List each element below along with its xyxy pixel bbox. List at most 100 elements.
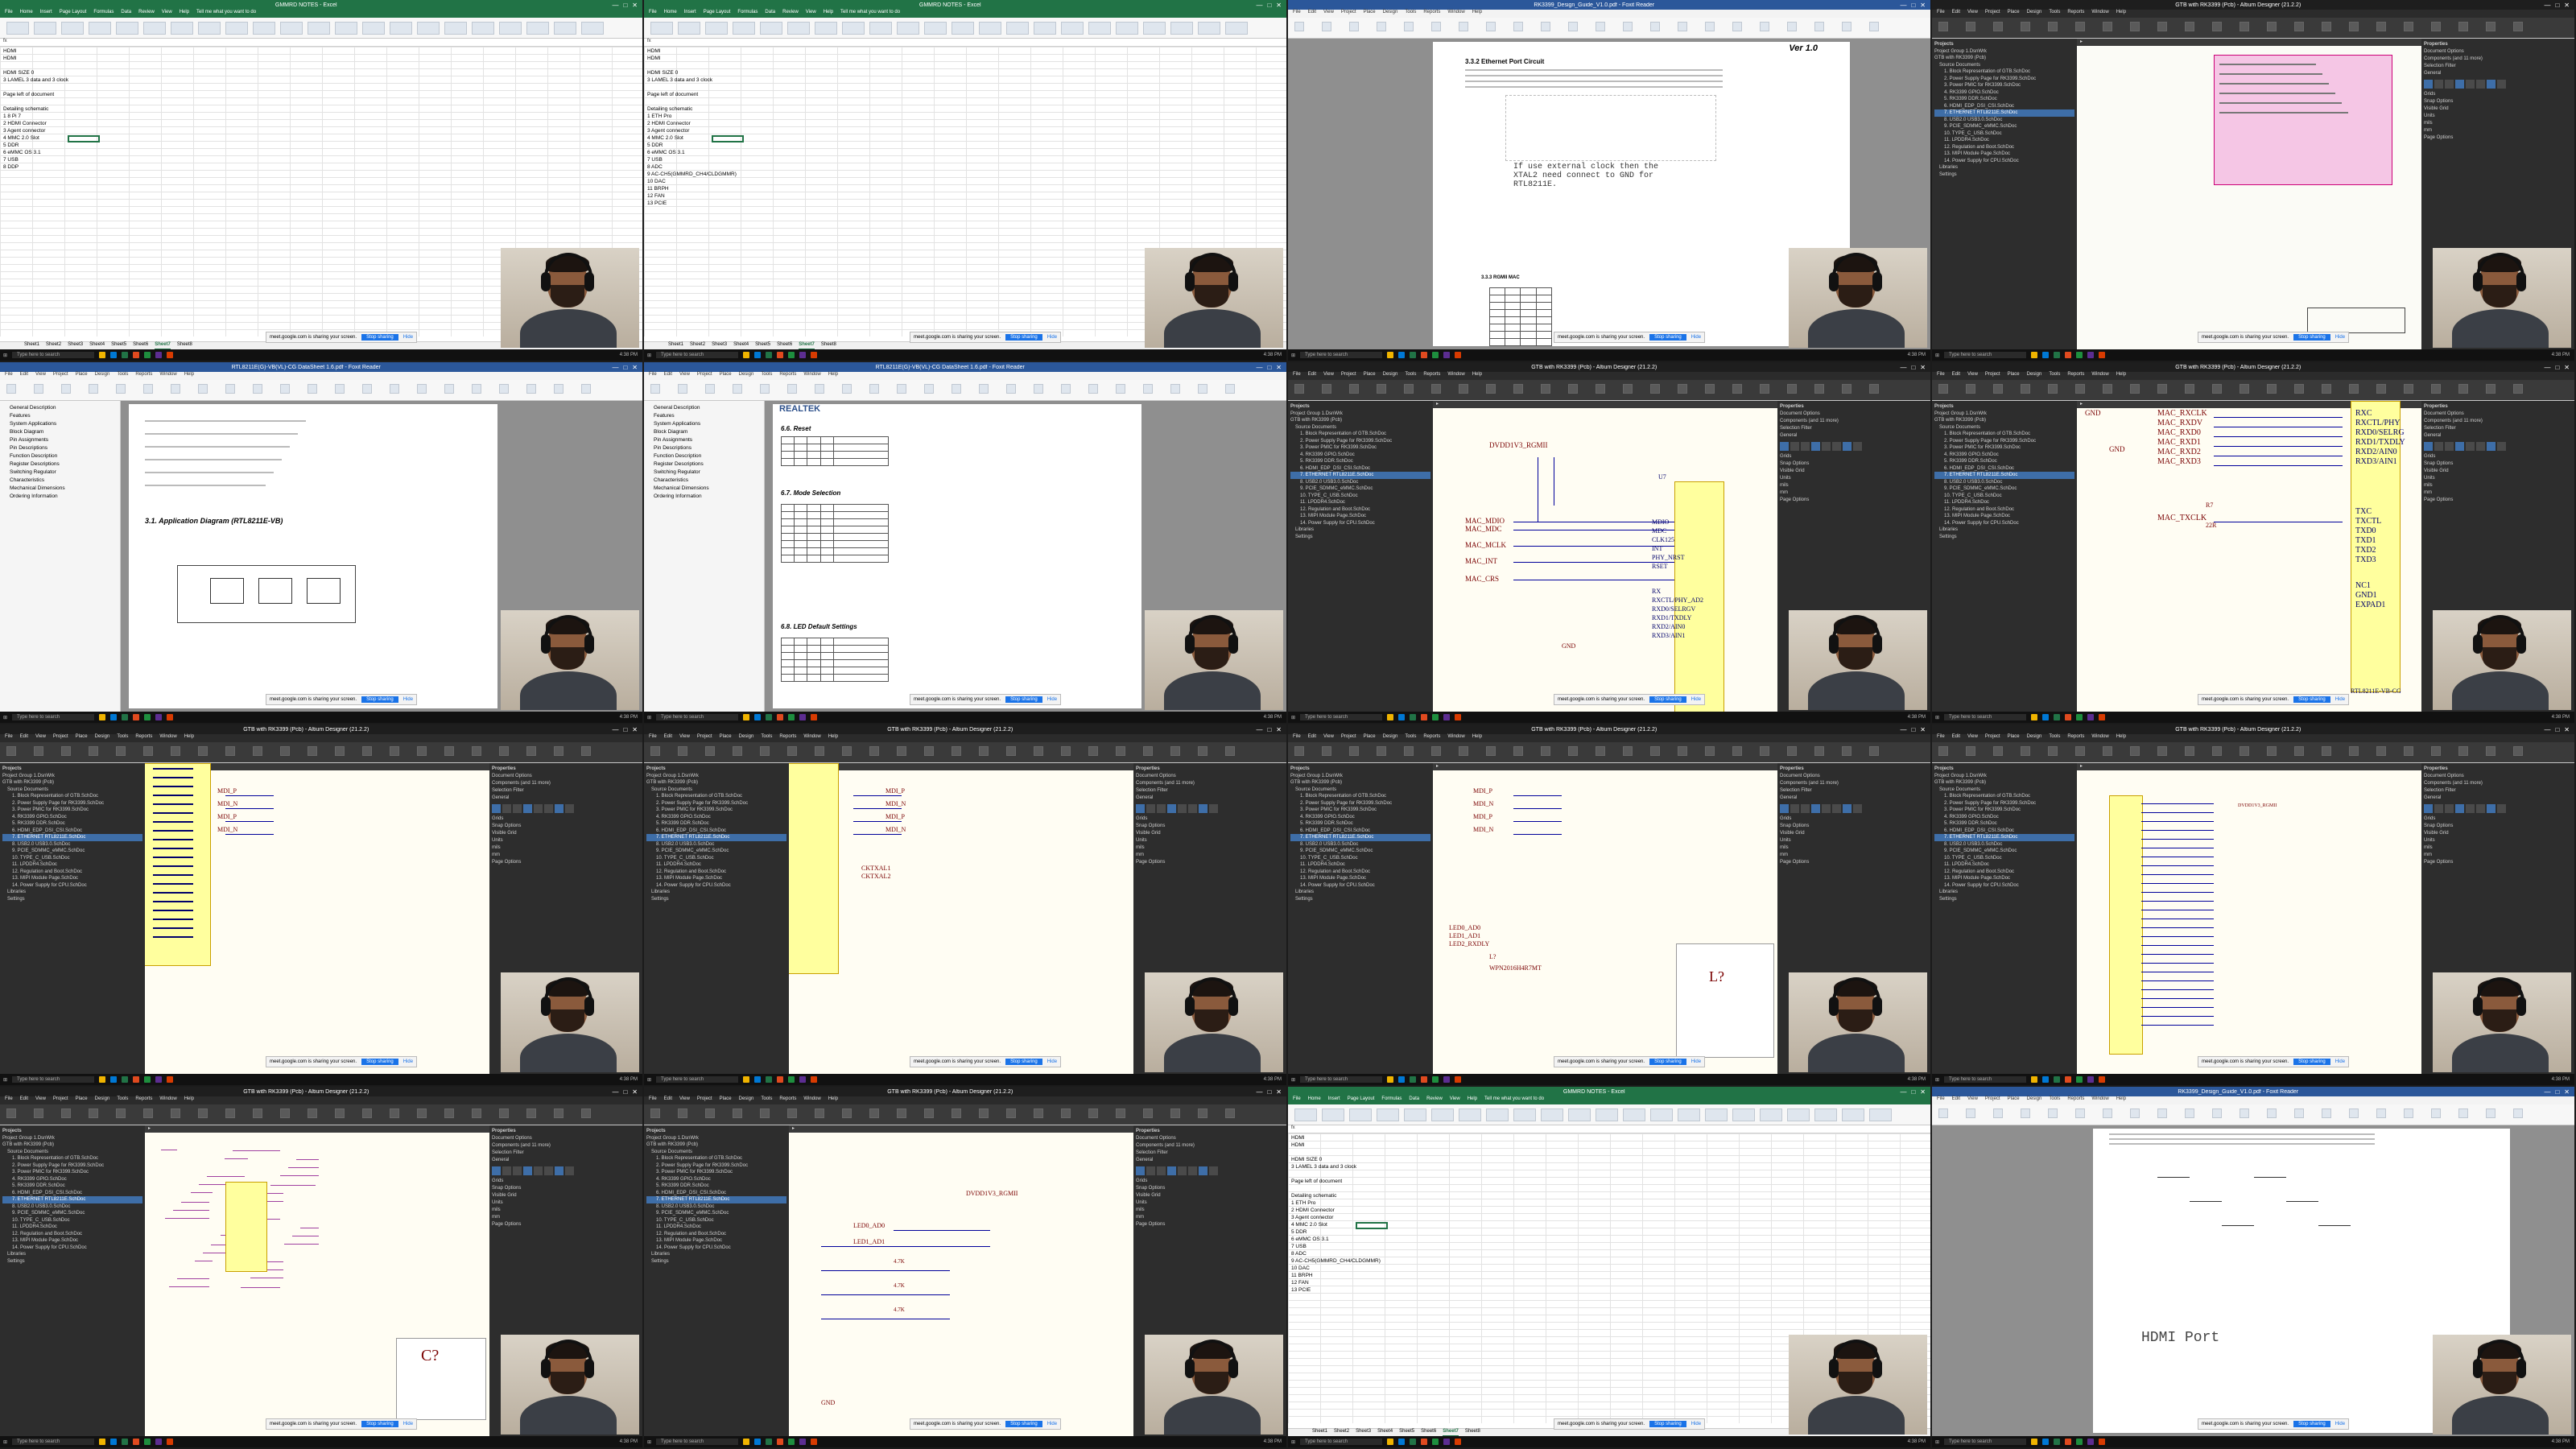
project-tree-item[interactable]: 2. Power Supply Page for RK3399.SchDoc (1290, 438, 1430, 445)
filter-button[interactable] (502, 804, 512, 813)
close-icon[interactable]: ✕ (1920, 364, 1926, 371)
taskbar-app-icon[interactable] (1387, 352, 1394, 358)
bookmark-item[interactable]: Features (3, 412, 117, 420)
toolbar-button-icon[interactable] (1431, 384, 1441, 394)
taskbar-app-icon[interactable] (1455, 1076, 1462, 1083)
taskbar-app-icon[interactable] (110, 352, 118, 358)
menu-item[interactable]: Reports (2067, 734, 2084, 742)
toolbar-button-icon[interactable] (116, 746, 126, 756)
toolbar-button-icon[interactable] (444, 746, 454, 756)
toolbar-button-icon[interactable] (1431, 1108, 1454, 1121)
minimize-icon[interactable]: — (1256, 2, 1262, 9)
menu-item[interactable]: Edit (20, 372, 28, 380)
bookmark-item[interactable]: Block Diagram (3, 428, 117, 436)
filter-button[interactable] (1801, 804, 1810, 813)
project-tree-item[interactable]: 7. ETHERNET RTL8211E.SchDoc (2, 834, 142, 841)
cell-text[interactable]: Page left of document (3, 92, 54, 97)
toolbar-button-icon[interactable] (733, 22, 755, 35)
toolbar-button-icon[interactable] (2267, 1108, 2277, 1118)
stop-sharing-button[interactable]: Stop sharing (1005, 1421, 1042, 1427)
maximize-icon[interactable]: □ (1267, 364, 1271, 371)
toolbar-button-icon[interactable] (526, 384, 536, 394)
toolbar-button-icon[interactable] (1034, 746, 1043, 756)
project-tree-item[interactable]: 5. RK3399 DDR.SchDoc (1934, 458, 2074, 465)
start-icon[interactable]: ⊞ (3, 1439, 7, 1445)
taskbar-app-icon[interactable] (1443, 1439, 1451, 1445)
project-tree-item[interactable]: 13. MIPI Module Page.SchDoc (1290, 875, 1430, 882)
taskbar-app-icon[interactable] (1455, 352, 1462, 358)
toolbar-button-icon[interactable] (650, 746, 660, 756)
menu-item[interactable]: Help (1472, 734, 1482, 742)
toolbar-button-icon[interactable] (2021, 746, 2030, 756)
toolbar-button-icon[interactable] (2458, 384, 2468, 394)
toolbar-button-icon[interactable] (34, 384, 43, 394)
taskbar-app-icon[interactable] (766, 352, 773, 358)
maximize-icon[interactable]: □ (623, 1088, 627, 1096)
toolbar-button-icon[interactable] (1705, 746, 1715, 756)
toolbar-button-icon[interactable] (1678, 22, 1687, 31)
menu-item[interactable]: Window (1447, 10, 1464, 18)
toolbar-button-icon[interactable] (678, 746, 687, 756)
toolbar-button-icon[interactable] (2021, 1108, 2030, 1118)
toolbar-button-icon[interactable] (2513, 384, 2523, 394)
filter-button[interactable] (1822, 804, 1831, 813)
taskbar-app-icon[interactable] (110, 1439, 118, 1445)
toolbar-button-icon[interactable] (444, 1108, 454, 1118)
start-icon[interactable]: ⊞ (647, 1077, 651, 1083)
filter-button[interactable] (502, 1166, 512, 1175)
menu-item[interactable]: Edit (1308, 10, 1316, 18)
menu-item[interactable]: Reports (2067, 10, 2084, 18)
schematic-canvas[interactable]: ▸ DVDD1V3_RGMII U7 MAC_MDIO MAC_MDC MAC_MCLK M… (1433, 401, 1777, 712)
taskbar-app-icon[interactable] (1443, 352, 1451, 358)
close-icon[interactable]: ✕ (2564, 1088, 2570, 1096)
toolbar-button-icon[interactable] (2486, 1108, 2496, 1118)
toolbar-button-icon[interactable] (1349, 22, 1359, 31)
taskbar-app-icon[interactable] (1455, 1439, 1462, 1445)
menu-item[interactable]: Place (2008, 1096, 2020, 1104)
filter-button[interactable] (1167, 1166, 1177, 1175)
taskbar-app-icon[interactable] (2031, 1439, 2038, 1445)
menu-item[interactable]: Place (720, 1096, 732, 1104)
toolbar-button-icon[interactable] (253, 384, 262, 394)
start-icon[interactable]: ⊞ (3, 715, 7, 720)
selected-cell[interactable] (68, 135, 100, 142)
hide-button[interactable]: Hide (2335, 1422, 2345, 1426)
bookmark-item[interactable]: Ordering Information (647, 493, 761, 501)
taskbar-app-icon[interactable] (2076, 714, 2083, 720)
toolbar-button-icon[interactable] (979, 746, 989, 756)
filter-button[interactable] (1178, 1166, 1187, 1175)
filter-button[interactable] (2445, 804, 2454, 813)
taskbar-app-icon[interactable] (777, 1439, 784, 1445)
close-icon[interactable]: ✕ (1920, 1088, 1926, 1096)
start-icon[interactable]: ⊞ (1291, 1077, 1295, 1083)
maximize-icon[interactable]: □ (1911, 726, 1915, 733)
menu-item[interactable]: Insert (1328, 1096, 1340, 1104)
toolbar-button-icon[interactable] (1143, 384, 1153, 394)
taskbar-app-icon[interactable] (1387, 1439, 1394, 1445)
project-tree-item[interactable]: 8. USB2.0 USB3.0.SchDoc (1934, 479, 2074, 486)
start-icon[interactable]: ⊞ (647, 715, 651, 720)
filter-button[interactable] (1146, 804, 1156, 813)
cell-text[interactable]: 4 MMC 2.0 Slot (647, 135, 683, 141)
menu-item[interactable]: Window (803, 1096, 820, 1104)
toolbar-button-icon[interactable] (2349, 746, 2359, 756)
toolbar-button-icon[interactable] (2486, 22, 2496, 31)
project-tree-item[interactable]: 10. TYPE_C_USB.SchDoc (646, 855, 786, 862)
taskbar-search[interactable]: Type here to search (1300, 1076, 1383, 1083)
toolbar-button-icon[interactable] (554, 1108, 564, 1118)
toolbar-button-icon[interactable] (650, 22, 673, 35)
toolbar-button-icon[interactable] (1377, 22, 1386, 31)
toolbar-button-icon[interactable] (1006, 1108, 1016, 1118)
menu-item[interactable]: Help (2116, 1096, 2126, 1104)
toolbar-button-icon[interactable] (787, 384, 797, 394)
toolbar-button-icon[interactable] (499, 1108, 509, 1118)
taskbar-app-icon[interactable] (2031, 352, 2038, 358)
cell-text[interactable]: HDMI (647, 48, 661, 54)
menu-item[interactable]: Tell me what you want to do (196, 10, 256, 18)
cell-text[interactable]: HDMI SIZE 0 (3, 70, 34, 76)
project-tree-item[interactable]: 3. Power PMIC for RK3399.SchDoc (2, 807, 142, 814)
minimize-icon[interactable]: — (612, 726, 618, 733)
property-item[interactable]: Units (2424, 837, 2572, 844)
menu-item[interactable]: Window (2091, 372, 2108, 380)
toolbar-button-icon[interactable] (444, 384, 454, 394)
